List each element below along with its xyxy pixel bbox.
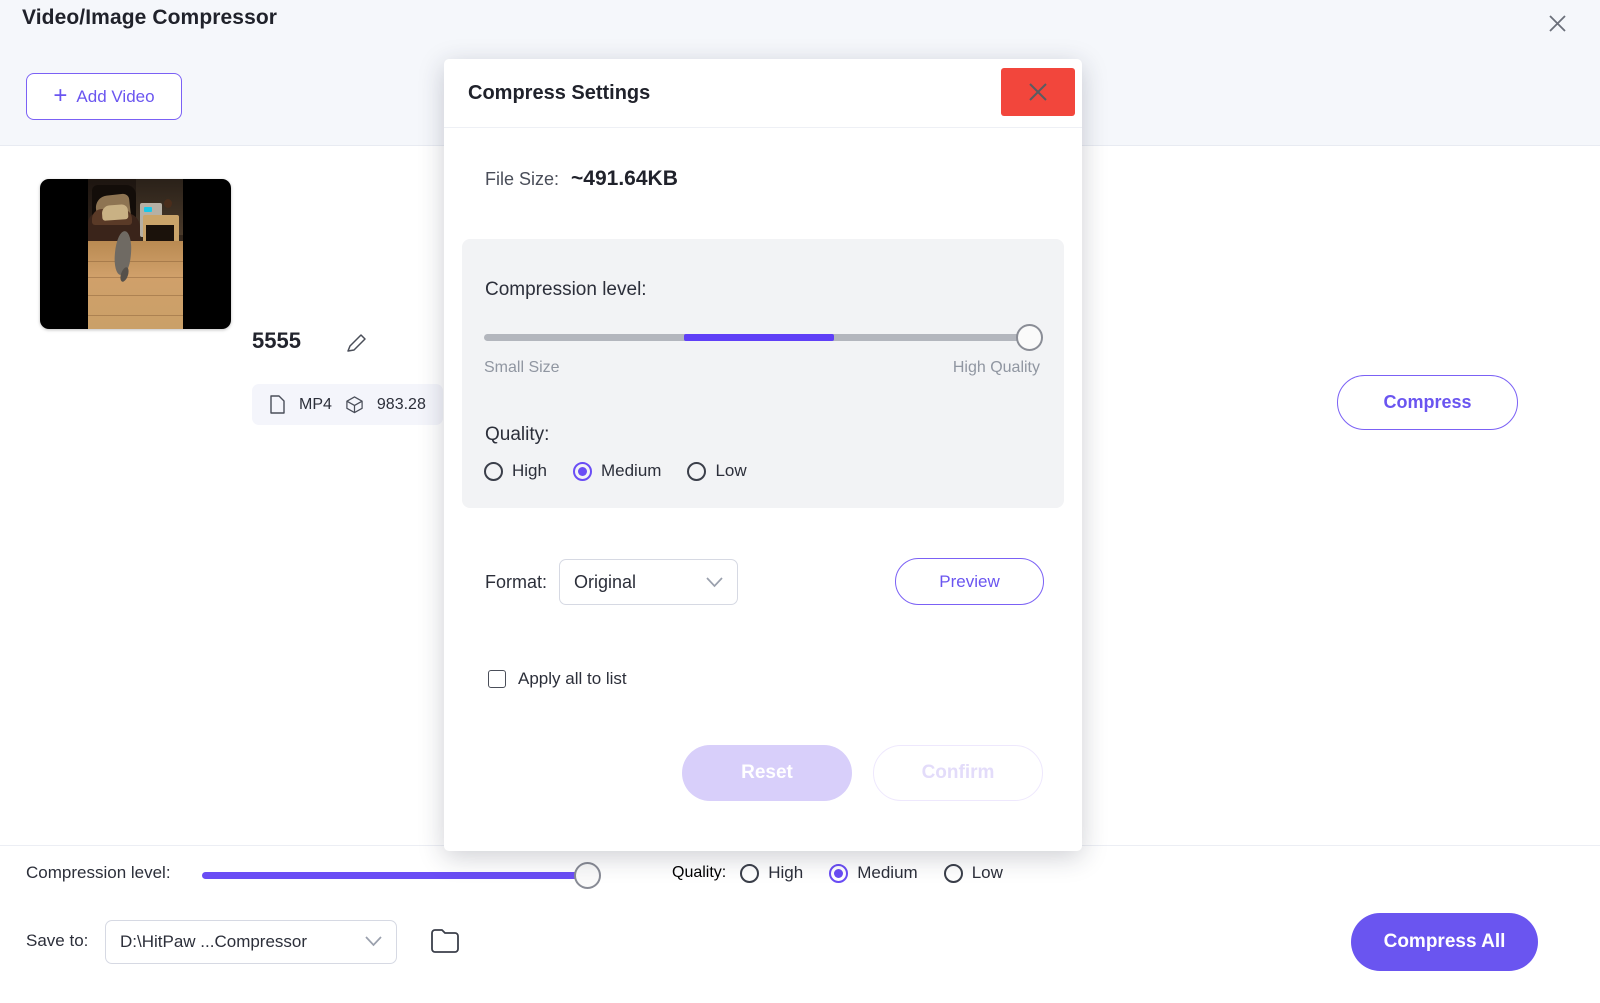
preview-button[interactable]: Preview — [895, 558, 1044, 605]
option-label: Low — [715, 461, 746, 481]
format-select[interactable]: Original — [559, 559, 738, 605]
file-format: MP4 — [299, 396, 332, 414]
save-to-select[interactable]: D:\HitPaw ...Compressor — [105, 920, 397, 964]
plus-icon: + — [53, 84, 67, 108]
dialog-header: Compress Settings — [444, 59, 1082, 128]
video-thumbnail[interactable] — [40, 179, 231, 329]
option-label: High — [768, 863, 803, 883]
save-to-value: D:\HitPaw ...Compressor — [120, 932, 307, 952]
file-size-row: File Size: ~491.64KB — [485, 167, 678, 191]
cube-icon — [345, 395, 364, 414]
radio-icon-selected — [829, 864, 848, 883]
compression-level-slider[interactable] — [484, 334, 1040, 342]
file-name: 5555 — [252, 328, 301, 354]
option-label: Medium — [857, 863, 917, 883]
file-meta-chip: MP4 983.28 — [252, 384, 443, 425]
save-to-label: Save to: — [26, 931, 88, 951]
thumbnail-image — [88, 179, 183, 329]
bottom-quality-option-high[interactable]: High — [740, 863, 803, 883]
slider-thumb[interactable] — [1016, 324, 1043, 351]
apply-all-label: Apply all to list — [518, 669, 627, 689]
dialog-title: Compress Settings — [468, 82, 650, 105]
bottom-quality-option-low[interactable]: Low — [944, 863, 1003, 883]
bottom-compression-level-slider[interactable] — [202, 872, 592, 880]
radio-icon — [740, 864, 759, 883]
bottom-quality-option-medium[interactable]: Medium — [829, 863, 917, 883]
pencil-icon[interactable] — [345, 332, 369, 356]
quality-radio-group: High Medium Low — [484, 461, 747, 481]
confirm-button[interactable]: Confirm — [873, 745, 1043, 801]
slider-fill — [202, 872, 592, 879]
bottom-compression-level-label: Compression level: — [26, 863, 171, 883]
reset-button[interactable]: Reset — [682, 745, 852, 801]
chevron-down-icon — [706, 572, 723, 593]
file-icon — [269, 395, 286, 414]
slider-max-label: High Quality — [953, 359, 1040, 377]
bottom-quality-group: Quality: High Medium Low — [672, 863, 1003, 883]
radio-icon — [944, 864, 963, 883]
slider-fill — [684, 334, 834, 341]
format-row: Format: Original — [485, 559, 738, 605]
quality-option-medium[interactable]: Medium — [573, 461, 661, 481]
file-size: 983.28 — [377, 396, 426, 414]
radio-icon — [484, 462, 503, 481]
compression-level-label: Compression level: — [485, 279, 647, 301]
format-label: Format: — [485, 572, 547, 593]
add-video-label: Add Video — [76, 87, 154, 107]
compression-panel: Compression level: Small Size High Quali… — [462, 239, 1064, 508]
compress-button[interactable]: Compress — [1337, 375, 1518, 430]
radio-icon-selected — [573, 462, 592, 481]
format-value: Original — [574, 572, 636, 593]
checkbox-icon — [488, 670, 506, 688]
quality-label: Quality: — [485, 424, 549, 446]
apply-all-checkbox[interactable]: Apply all to list — [488, 669, 627, 689]
radio-icon — [687, 462, 706, 481]
option-label: Medium — [601, 461, 661, 481]
folder-icon[interactable] — [430, 927, 462, 955]
file-size-label: File Size: — [485, 169, 559, 190]
window-close-icon[interactable] — [1540, 6, 1574, 40]
slider-thumb[interactable] — [574, 862, 601, 889]
option-label: High — [512, 461, 547, 481]
add-video-button[interactable]: + Add Video — [26, 73, 182, 120]
compress-all-button[interactable]: Compress All — [1351, 913, 1538, 971]
slider-end-labels: Small Size High Quality — [484, 359, 1040, 377]
chevron-down-icon — [365, 932, 382, 952]
quality-option-high[interactable]: High — [484, 461, 547, 481]
file-size-value: ~491.64KB — [571, 167, 678, 191]
bottom-quality-label: Quality: — [672, 864, 726, 882]
slider-min-label: Small Size — [484, 359, 560, 377]
compress-settings-dialog: Compress Settings File Size: ~491.64KB C… — [444, 59, 1082, 851]
quality-option-low[interactable]: Low — [687, 461, 746, 481]
page-title: Video/Image Compressor — [22, 6, 277, 30]
dialog-close-button[interactable] — [1001, 68, 1075, 116]
app-window: Video/Image Compressor + Add Video 5555 — [0, 0, 1600, 1003]
option-label: Low — [972, 863, 1003, 883]
